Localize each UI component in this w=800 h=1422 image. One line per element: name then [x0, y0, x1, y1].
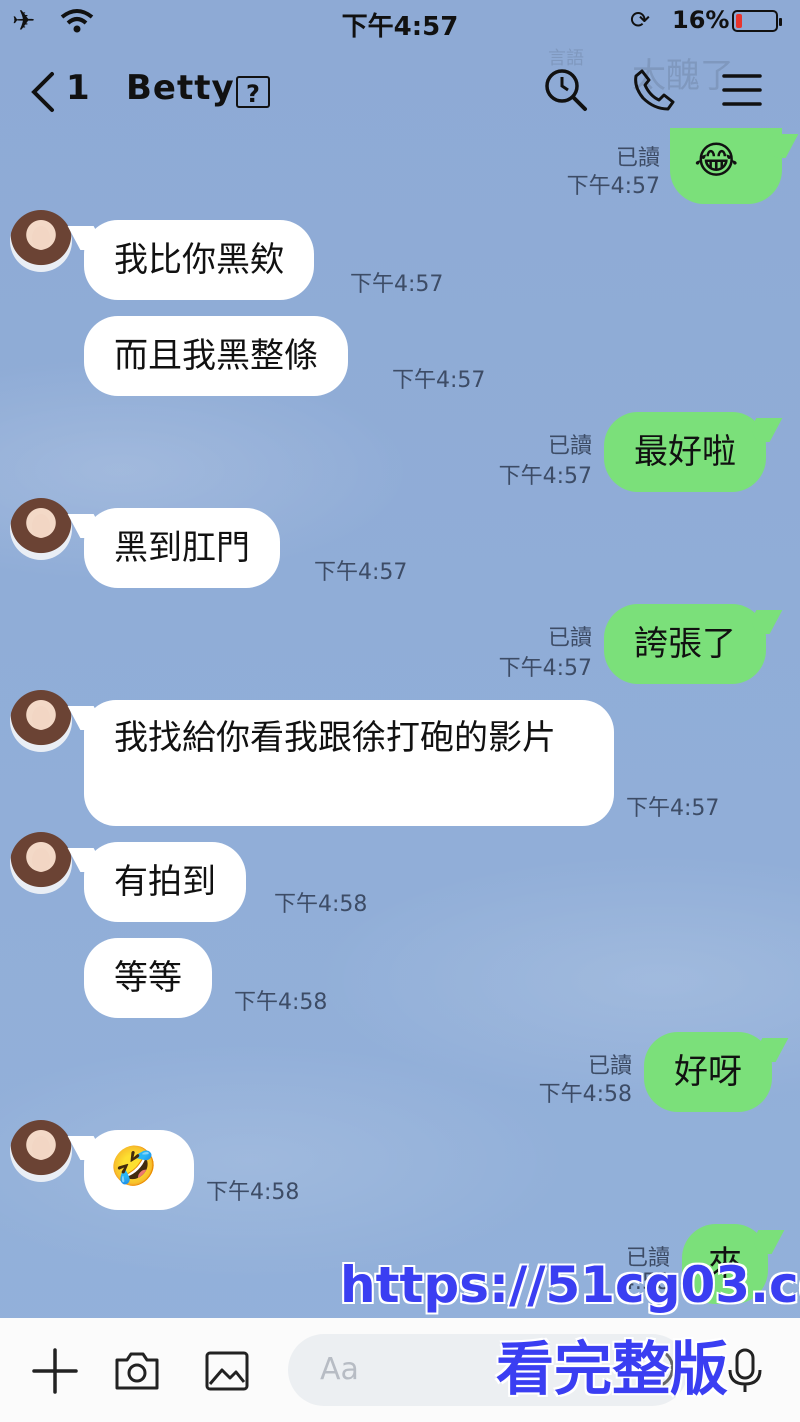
message-bubble-in[interactable]: 等等 [84, 938, 212, 1018]
status-bar: ✈ 下午4:57 ⟳ 16% [0, 0, 800, 44]
contact-name[interactable]: Betty [126, 68, 235, 108]
input-placeholder: Aa [320, 1352, 359, 1387]
message-bubble-in[interactable]: 我找給你看我跟徐打砲的影片 [84, 700, 614, 826]
battery-icon [732, 10, 782, 32]
avatar[interactable] [10, 1120, 72, 1182]
phone-icon[interactable] [630, 66, 678, 114]
camera-icon[interactable] [112, 1346, 162, 1396]
message-time: 下午4:57 [314, 560, 408, 585]
message-time: 下午4:57 [392, 368, 486, 393]
message-time: 下午4:57 [566, 174, 660, 199]
battery-percent: 16% [672, 6, 730, 34]
message-time: 下午4:57 [350, 272, 444, 297]
message-time: 下午4:57 [498, 464, 592, 489]
avatar[interactable] [10, 498, 72, 560]
message-time: 下午4:58 [234, 990, 328, 1015]
message-time: 下午4:58 [274, 892, 368, 917]
read-receipt: 已讀 [547, 626, 592, 651]
plus-icon[interactable] [30, 1346, 80, 1396]
back-chevron-icon[interactable] [28, 70, 58, 114]
avatar[interactable] [10, 690, 72, 752]
message-bubble-in[interactable]: 我比你黑欸 [84, 220, 314, 300]
message-bubble-in[interactable]: 而且我黑整條 [84, 316, 348, 396]
menu-icon[interactable] [718, 66, 766, 114]
message-bubble-in[interactable]: 🤣 [84, 1130, 194, 1210]
watermark-url: https://51cg03.cc [340, 1256, 800, 1314]
avatar[interactable] [10, 832, 72, 894]
message-time: 下午4:58 [538, 1082, 632, 1107]
help-icon[interactable]: ? [236, 76, 270, 108]
message-bubble-out[interactable]: 最好啦 [604, 412, 766, 492]
unread-count[interactable]: 1 [66, 68, 90, 108]
chat-header: 言語 太醜了 1 Betty ? [0, 44, 800, 140]
read-receipt: 已讀 [547, 434, 592, 459]
message-bubble-in[interactable]: 黑到肛門 [84, 508, 280, 588]
watermark-caption: 看完整版 [496, 1335, 729, 1403]
message-bubble-out[interactable]: 好呀 [644, 1032, 772, 1112]
message-bubble-out[interactable]: 😂 [670, 128, 782, 204]
message-time: 下午4:57 [498, 656, 592, 681]
message-time: 下午4:57 [626, 796, 720, 821]
search-icon[interactable] [542, 66, 590, 114]
rotation-lock-icon: ⟳ [630, 6, 651, 34]
message-time: 下午4:58 [206, 1180, 300, 1205]
message-bubble-out[interactable]: 誇張了 [604, 604, 766, 684]
message-bubble-in[interactable]: 有拍到 [84, 842, 246, 922]
avatar[interactable] [10, 210, 72, 272]
image-icon[interactable] [202, 1346, 252, 1396]
